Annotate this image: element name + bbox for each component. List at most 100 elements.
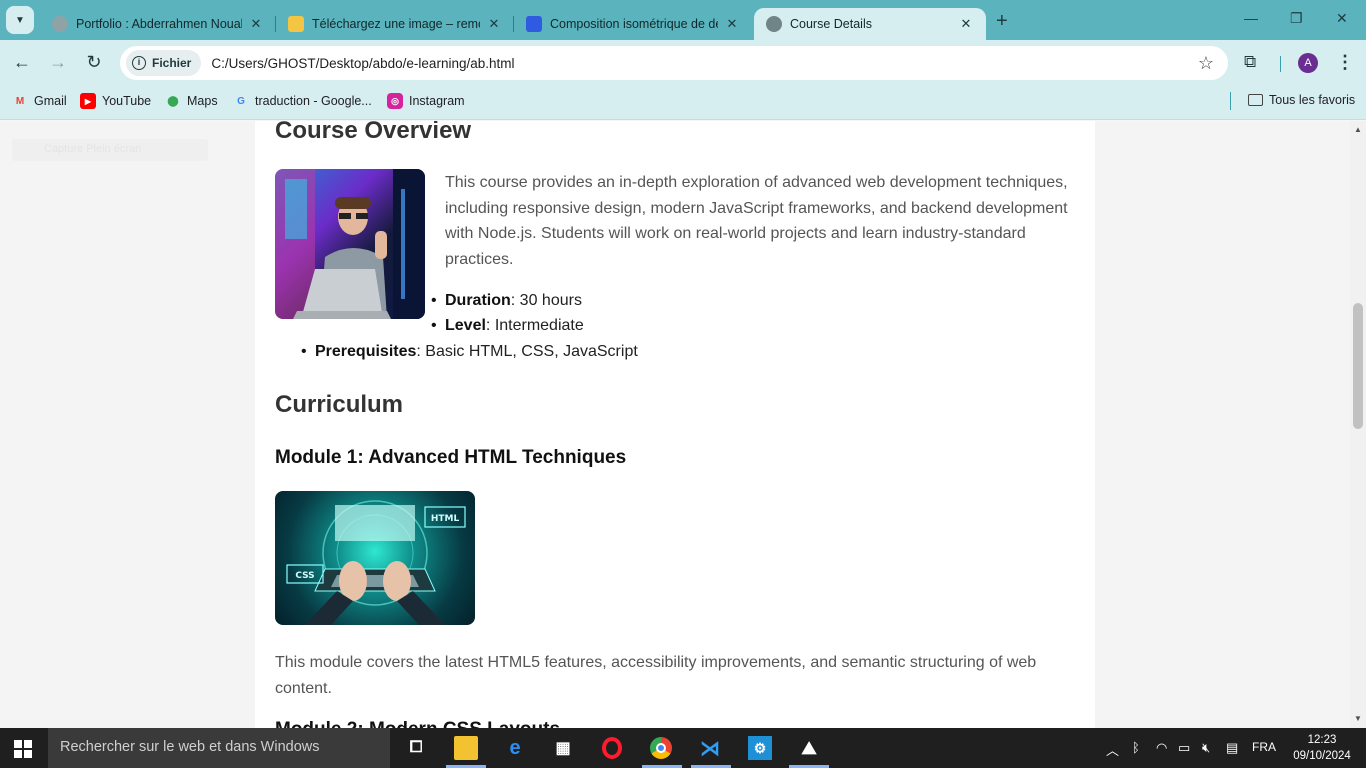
course-image	[275, 169, 425, 319]
minimize-button[interactable]: —	[1244, 10, 1258, 26]
tab-search-button[interactable]: ▼	[6, 6, 34, 34]
detail-prerequisites: Prerequisites: Basic HTML, CSS, JavaScri…	[301, 343, 638, 361]
vscode-icon[interactable]: ⋊	[698, 736, 722, 760]
tab-portfolio[interactable]: Portfolio : Abderrahmen Nouala ✕	[40, 8, 276, 40]
gmail-icon: M	[15, 95, 25, 107]
language-indicator[interactable]: FRA	[1252, 740, 1276, 754]
close-icon[interactable]: ✕	[724, 16, 740, 32]
bookmark-maps[interactable]: ⬤ Maps	[165, 93, 218, 109]
detail-label: Prerequisites	[315, 343, 417, 360]
battery-icon[interactable]: ▭	[1178, 740, 1190, 756]
settings-icon[interactable]: ⚙	[748, 736, 772, 760]
detail-value: : Basic HTML, CSS, JavaScript	[416, 343, 638, 360]
bookmark-label: Maps	[187, 94, 218, 108]
course-overview-heading: Course Overview	[275, 121, 472, 144]
clock-date: 09/10/2024	[1293, 750, 1351, 762]
curriculum-heading: Curriculum	[275, 391, 404, 418]
close-icon[interactable]: ✕	[486, 16, 502, 32]
bookmarks-divider	[1230, 92, 1231, 110]
instagram-icon: ◎	[387, 93, 403, 109]
detail-label: Level	[445, 317, 486, 334]
windows-taskbar: Rechercher sur le web et dans Windows ⧠ …	[0, 728, 1366, 768]
notifications-icon[interactable]: ▤	[1226, 740, 1238, 756]
scroll-up-icon[interactable]: ▲	[1354, 125, 1362, 134]
address-bar[interactable]: i Fichier C:/Users/GHOST/Desktop/abdo/e-…	[120, 46, 1228, 80]
bookmark-traduction[interactable]: G traduction - Google...	[233, 93, 372, 109]
detail-duration: Duration: 30 hours	[431, 292, 582, 310]
toolbar-divider	[1280, 56, 1281, 72]
removebg-icon	[288, 16, 304, 32]
chrome-icon[interactable]	[649, 736, 673, 760]
url-text[interactable]: C:/Users/GHOST/Desktop/abdo/e-learning/a…	[211, 56, 514, 71]
page-viewport: Capture Plein écran Course Overview This…	[0, 121, 1366, 728]
bookmarks-bar: M Gmail ▶ YouTube ⬤ Maps G traduction - …	[0, 86, 1366, 120]
chevron-down-icon: ▼	[15, 14, 25, 26]
html-label: HTML	[431, 514, 460, 524]
forward-button[interactable]: →	[46, 52, 70, 73]
tray-chevron-up-icon[interactable]: ︿	[1106, 740, 1119, 759]
tab-course-details[interactable]: Course Details ✕	[754, 8, 986, 40]
tab-title: Course Details	[790, 17, 872, 31]
bookmark-youtube[interactable]: ▶ YouTube	[80, 93, 151, 109]
task-view-icon[interactable]: ⧠	[404, 736, 428, 760]
folder-icon	[1248, 94, 1263, 106]
wifi-icon[interactable]: ◠	[1156, 740, 1167, 756]
google-icon: G	[237, 95, 245, 107]
bookmark-label: Instagram	[409, 94, 465, 108]
bookmark-star-icon[interactable]: ☆	[1198, 53, 1214, 74]
tab-strip: ▼ Portfolio : Abderrahmen Nouala ✕ Téléc…	[0, 0, 1366, 40]
bookmark-gmail[interactable]: M Gmail	[12, 93, 67, 109]
profile-avatar[interactable]: A	[1298, 53, 1318, 73]
capture-fullscreen-button[interactable]: Capture Plein écran	[12, 139, 208, 161]
detail-value: : Intermediate	[485, 317, 584, 334]
taskbar-search-box[interactable]: Rechercher sur le web et dans Windows	[48, 728, 390, 768]
detail-level: Level: Intermediate	[431, 317, 584, 335]
module-1-image: HTML CSS	[275, 491, 475, 625]
course-description: This course provides an in-depth explora…	[445, 174, 1068, 268]
all-bookmarks[interactable]: Tous les favoris	[1248, 93, 1355, 107]
page-scrollbar[interactable]: ▲ ▼	[1350, 121, 1366, 728]
window-close-button[interactable]: ✕	[1336, 10, 1348, 27]
detail-label: Duration	[445, 292, 511, 309]
module-1-title: Module 1: Advanced HTML Techniques	[275, 447, 627, 468]
chip-label: Fichier	[152, 56, 192, 70]
bookmark-label: Tous les favoris	[1269, 93, 1356, 107]
module-2-title: Module 2: Modern CSS Layouts	[275, 719, 560, 728]
maps-icon: ⬤	[167, 95, 179, 107]
youtube-icon: ▶	[80, 93, 96, 109]
globe-icon	[766, 16, 782, 32]
tab-title: Portfolio : Abderrahmen Nouala	[76, 17, 242, 31]
windows-start-button[interactable]	[14, 740, 32, 758]
photos-icon[interactable]: ⛰	[797, 736, 821, 760]
tab-removebg[interactable]: Téléchargez une image – remove ✕	[276, 8, 514, 40]
info-icon: i	[132, 56, 146, 70]
detail-value: : 30 hours	[510, 292, 582, 309]
file-explorer-icon[interactable]	[454, 736, 478, 760]
bookmark-label: Gmail	[34, 94, 67, 108]
globe-icon	[52, 16, 68, 32]
extensions-icon[interactable]: ⧉	[1244, 52, 1256, 72]
course-content-card: Course Overview This course provides an …	[255, 121, 1095, 728]
restore-button[interactable]: ❐	[1290, 10, 1303, 27]
taskbar-clock[interactable]: 12:23 09/10/2024	[1290, 732, 1354, 764]
volume-muted-icon[interactable]: 🔇︎	[1202, 740, 1210, 756]
clock-time: 12:23	[1307, 734, 1337, 746]
browser-menu-icon[interactable]: ⋮	[1336, 52, 1354, 73]
scrollbar-thumb[interactable]	[1353, 303, 1363, 429]
tab-title: Téléchargez une image – remove	[312, 17, 480, 31]
bookmark-instagram[interactable]: ◎ Instagram	[387, 93, 465, 109]
bookmark-label: YouTube	[102, 94, 152, 108]
new-tab-button[interactable]: +	[996, 10, 1008, 33]
freepik-icon	[526, 16, 542, 32]
back-button[interactable]: ←	[10, 52, 34, 73]
edge-icon[interactable]: e	[503, 736, 527, 760]
store-icon[interactable]: ▦	[551, 736, 575, 760]
close-icon[interactable]: ✕	[248, 16, 264, 32]
reload-button[interactable]: ↻	[82, 52, 106, 73]
scroll-down-icon[interactable]: ▼	[1354, 714, 1362, 723]
bluetooth-icon[interactable]: ᛒ	[1132, 740, 1140, 755]
close-icon[interactable]: ✕	[958, 16, 974, 32]
tab-freepik[interactable]: Composition isométrique de de ✕	[514, 8, 752, 40]
site-info-chip[interactable]: i Fichier	[126, 50, 202, 76]
opera-icon[interactable]	[600, 736, 624, 760]
